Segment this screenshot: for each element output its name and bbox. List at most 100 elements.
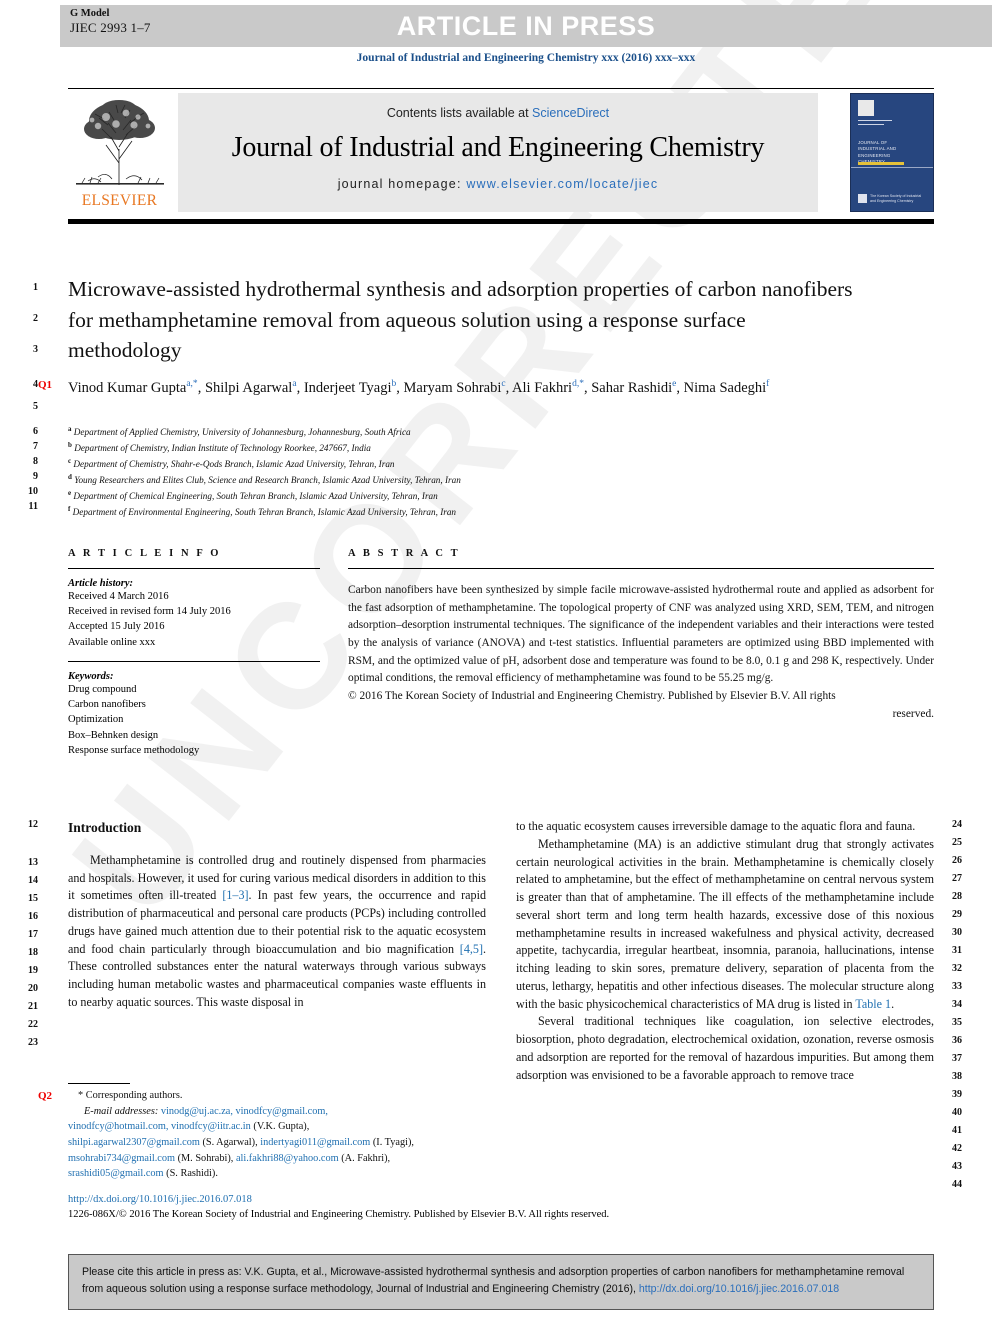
citation-ref[interactable]: [4,5] xyxy=(460,942,483,956)
line-number: 26 xyxy=(952,855,962,866)
line-number: 28 xyxy=(952,891,962,902)
cover-footer: The Korean Society of Industrial and Eng… xyxy=(858,194,924,203)
issn-copyright-line: 1226-086X/© 2016 The Korean Society of I… xyxy=(68,1208,610,1220)
doi-link[interactable]: http://dx.doi.org/10.1016/j.jiec.2016.07… xyxy=(68,1193,768,1208)
cover-society-name: The Korean Society of Industrial and Eng… xyxy=(870,194,922,203)
cover-emblem xyxy=(858,100,874,116)
email-line: srashidi05@gmail.com (S. Rashidi). xyxy=(68,1166,488,1182)
copyright-reserved: reserved. xyxy=(892,707,934,720)
email-line: msohrabi734@gmail.com (M. Sohrabi), ali.… xyxy=(68,1151,488,1167)
article-info-heading: A R T I C L E I N F O xyxy=(68,548,222,559)
email-link[interactable]: msohrabi734@gmail.com xyxy=(68,1153,175,1164)
author-affil-mark: d,* xyxy=(572,379,584,390)
line-number: 38 xyxy=(952,1071,962,1082)
line-number: 4 xyxy=(33,379,38,390)
line-number: 10 xyxy=(28,486,38,497)
article-history-label: Article history: xyxy=(68,578,134,589)
line-number: 14 xyxy=(28,875,38,886)
affiliation-item: b Department of Chemistry, Indian Instit… xyxy=(68,440,868,456)
cite-doi-link[interactable]: http://dx.doi.org/10.1016/j.jiec.2016.07… xyxy=(639,1283,839,1295)
line-number: 33 xyxy=(952,981,962,992)
sciencedirect-link[interactable]: ScienceDirect xyxy=(532,106,609,120)
line-number: 24 xyxy=(952,819,962,830)
keyword-item: Optimization xyxy=(68,714,124,726)
masthead-bottom-rule xyxy=(68,219,934,224)
line-number: 22 xyxy=(28,1019,38,1030)
affiliation-item: a Department of Applied Chemistry, Unive… xyxy=(68,424,868,440)
line-number: 37 xyxy=(952,1053,962,1064)
article-history-item: Available online xxx xyxy=(68,636,156,648)
author-name: Vinod Kumar Gupta xyxy=(68,380,187,396)
email-line: shilpi.agarwal2307@gmail.com (S. Agarwal… xyxy=(68,1135,488,1151)
doi-block: http://dx.doi.org/10.1016/j.jiec.2016.07… xyxy=(68,1193,768,1223)
section-heading-introduction: Introduction xyxy=(68,820,142,835)
email-owner: (A. Fakhri), xyxy=(338,1152,391,1164)
paragraph-text: . xyxy=(891,996,895,1011)
line-number: 7 xyxy=(33,441,38,452)
email-owner: (S. Agarwal), xyxy=(199,1136,261,1148)
running-head: Journal of Industrial and Engineering Ch… xyxy=(356,52,696,64)
journal-title: Journal of Industrial and Engineering Ch… xyxy=(231,132,765,163)
paragraph: Several traditional techniques like coag… xyxy=(516,1014,934,1082)
citation-ref[interactable]: [1–3] xyxy=(222,888,248,902)
keywords-label: Keywords: xyxy=(68,670,114,682)
affiliation-mark: f xyxy=(68,504,71,513)
paragraph: Methamphetamine (MA) is an addictive sti… xyxy=(516,836,934,1014)
journal-homepage-link[interactable]: www.elsevier.com/locate/jiec xyxy=(466,177,658,191)
email-owner: (M. Sohrabi), xyxy=(175,1152,236,1164)
line-number: 3 xyxy=(33,344,38,355)
affiliation-text: Department of Applied Chemistry, Univers… xyxy=(73,427,411,438)
affiliation-item: f Department of Environmental Engineerin… xyxy=(68,504,868,520)
email-link[interactable]: vinodg@uj.ac.za, vinodfcy@gmail.com, xyxy=(161,1106,328,1117)
email-owner: (S. Rashidi). xyxy=(163,1168,218,1180)
author-name: , Ali Fakhri xyxy=(505,380,573,396)
line-number: 6 xyxy=(33,426,38,437)
author-list: Vinod Kumar Guptaa,*, Shilpi Agarwala, I… xyxy=(68,377,868,399)
email-link[interactable]: ali.fakhri88@yahoo.com xyxy=(236,1153,339,1164)
line-number: 39 xyxy=(952,1089,962,1100)
cover-accent-bar xyxy=(858,162,904,165)
keywords-rule xyxy=(68,660,320,662)
line-number: 15 xyxy=(28,893,38,904)
abstract-rule xyxy=(348,568,934,569)
keyword-item: Carbon nanofibers xyxy=(68,699,146,711)
article-info-rule xyxy=(68,568,320,569)
line-number: 13 xyxy=(28,857,38,868)
affiliation-text: Department of Chemistry, Indian Institut… xyxy=(74,443,371,454)
email-link[interactable]: indertyagi011@gmail.com xyxy=(260,1137,370,1148)
line-number: 25 xyxy=(952,837,962,848)
author-name: , Maryam Sohrabi xyxy=(396,380,502,396)
cover-rule-1 xyxy=(858,120,892,121)
article-history-item: Received 4 March 2016 xyxy=(68,591,169,602)
email-line: E-mail addresses: vinodg@uj.ac.za, vinod… xyxy=(68,1104,488,1120)
corresponding-label: Corresponding authors. xyxy=(85,1090,183,1101)
line-number: 2 xyxy=(33,313,38,324)
affiliation-item: c Department of Chemistry, Shahr-e-Qods … xyxy=(68,456,868,472)
email-link[interactable]: vinodfcy@hotmail.com, vinodfcy@iitr.ac.i… xyxy=(68,1121,251,1132)
line-number: 9 xyxy=(33,471,38,482)
line-number: 11 xyxy=(28,501,38,512)
keyword-item: Drug compound xyxy=(68,683,137,695)
line-number: 40 xyxy=(952,1107,962,1118)
abstract-block: A B S T R A C T Carbon nanofibers have b… xyxy=(348,548,934,723)
body-column-right: to the aquatic ecosystem causes irrevers… xyxy=(516,818,934,1084)
cite-this-article-box: Please cite this article in press as: V.… xyxy=(68,1254,934,1310)
query-marker-q2[interactable]: Q2 xyxy=(38,1090,52,1102)
table-ref[interactable]: Table 1 xyxy=(855,997,891,1011)
affiliation-text: Department of Environmental Engineering,… xyxy=(72,506,457,517)
author-name: , Nima Sadeghi xyxy=(676,380,767,396)
line-number: 41 xyxy=(952,1125,962,1136)
article-in-press-label: ARTICLE IN PRESS xyxy=(396,11,656,41)
line-number: 5 xyxy=(33,401,38,412)
page-title: Microwave-assisted hydrothermal synthesi… xyxy=(68,277,853,363)
body-column-left: Introduction Methamphetamine is controll… xyxy=(68,818,486,1012)
query-marker-q1[interactable]: Q1 xyxy=(38,379,52,391)
email-link[interactable]: srashidi05@gmail.com xyxy=(68,1168,164,1179)
elsevier-wordmark: ELSEVIER xyxy=(81,192,158,209)
email-addresses-label: E-mail addresses: xyxy=(84,1105,159,1117)
line-number: 27 xyxy=(952,873,962,884)
line-number: 29 xyxy=(952,909,962,920)
email-link[interactable]: shilpi.agarwal2307@gmail.com xyxy=(68,1137,200,1148)
journal-homepage-line: journal homepage: www.elsevier.com/locat… xyxy=(178,177,818,191)
abstract-heading: A B S T R A C T xyxy=(348,548,461,559)
